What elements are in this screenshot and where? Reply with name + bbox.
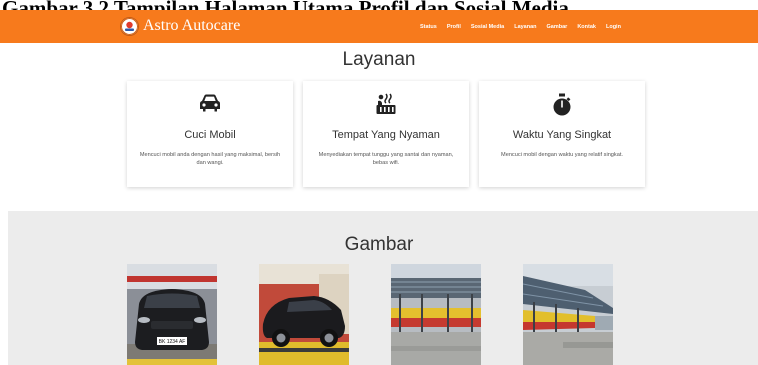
gallery-title: Gambar <box>344 234 414 255</box>
brand[interactable]: Astro Autocare <box>120 14 240 38</box>
car-icon <box>127 93 293 115</box>
card-title: Cuci Mobil <box>184 129 236 141</box>
card-description: Mencuci mobil dengan waktu yang relatif … <box>501 152 623 158</box>
card-description: Menyediakan tempat tunggu yang santai da… <box>318 152 454 166</box>
nav-link-login[interactable]: Login <box>606 24 621 30</box>
service-card-cuci-mobil: Cuci Mobil Mencuci mobil anda dengan has… <box>127 81 293 187</box>
brand-name: Astro Autocare <box>143 17 241 34</box>
nav-link-layanan[interactable]: Layanan <box>514 24 536 30</box>
nav-link-status[interactable]: Status <box>420 24 437 30</box>
gallery-photo-wash-bay[interactable] <box>391 264 481 365</box>
services-title: Layanan <box>342 49 416 70</box>
hot-tub-icon <box>303 93 469 115</box>
gallery-photo-car-front[interactable]: BK 1234 AF <box>127 264 217 365</box>
card-description: Mencuci mobil anda dengan hasil yang mak… <box>139 152 281 166</box>
gallery-photo-building[interactable] <box>523 264 613 365</box>
nav-link-sosial-media[interactable]: Sosial Media <box>471 24 504 30</box>
stopwatch-icon <box>479 93 645 116</box>
nav-link-kontak[interactable]: Kontak <box>577 24 596 30</box>
card-title: Waktu Yang Singkat <box>512 129 612 141</box>
service-card-tempat-nyaman: Tempat Yang Nyaman Menyediakan tempat tu… <box>303 81 469 187</box>
license-plate-text: BK 1234 AF <box>159 339 186 345</box>
brand-logo-icon <box>120 16 139 36</box>
nav-link-profil[interactable]: Profil <box>447 24 461 30</box>
nav-links: Status Profil Sosial Media Layanan Gamba… <box>420 10 631 43</box>
top-navbar: Astro Autocare Status Profil Sosial Medi… <box>0 10 758 43</box>
gallery-photo-car-side[interactable] <box>259 264 349 365</box>
card-title: Tempat Yang Nyaman <box>332 129 440 141</box>
nav-link-gambar[interactable]: Gambar <box>547 24 568 30</box>
service-card-waktu-singkat: Waktu Yang Singkat Mencuci mobil dengan … <box>479 81 645 187</box>
